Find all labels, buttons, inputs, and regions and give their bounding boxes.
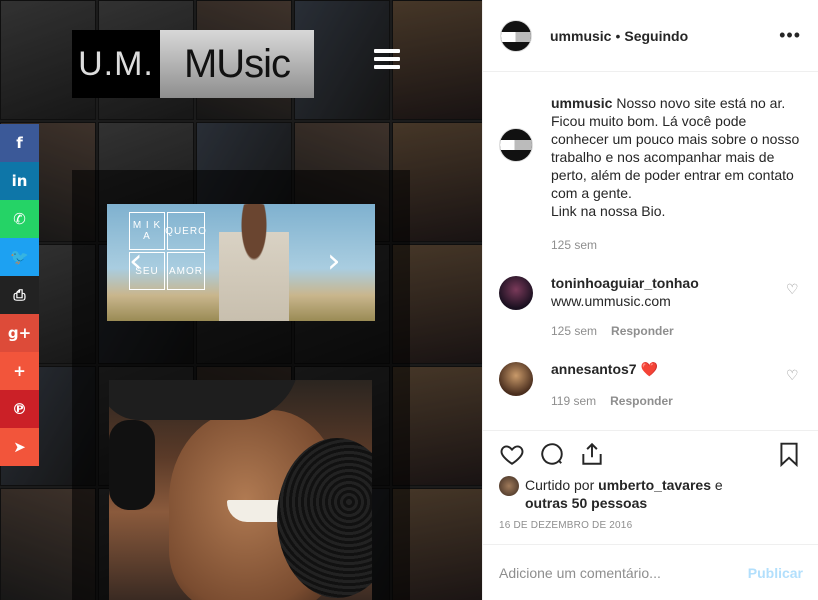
post-date[interactable]: 16 DE DEZEMBRO DE 2016 [483, 512, 818, 538]
share-linkedin-icon[interactable]: in [0, 162, 39, 200]
share-facebook-icon[interactable]: f [0, 124, 39, 162]
likes-user[interactable]: umberto_tavares [598, 477, 711, 493]
share-icon[interactable] [579, 441, 605, 467]
more-options-icon[interactable]: ••• [779, 25, 801, 46]
share-telegram-icon[interactable]: ➤ [0, 428, 39, 466]
list-item: toninhoaguiar_tonhao www.ummusic.com 125… [499, 274, 802, 340]
header-username[interactable]: ummusic [550, 28, 611, 44]
avatar[interactable] [500, 19, 532, 52]
post-button[interactable]: Publicar [748, 565, 803, 581]
reply-button[interactable]: Responder [610, 392, 673, 410]
header-separator: • [615, 27, 621, 44]
share-googleplus-icon[interactable]: g+ [0, 314, 39, 352]
avatar[interactable] [499, 476, 519, 496]
comment-input[interactable]: Adicione um comentário... [499, 565, 748, 581]
caption-time[interactable]: 125 sem [551, 236, 597, 254]
heart-icon[interactable]: ♡ [786, 282, 802, 340]
logo-right-text: MUsic [160, 30, 314, 98]
comment-text: ❤️ [640, 361, 658, 377]
comment-username[interactable]: toninhoaguiar_tonhao [551, 274, 786, 292]
comment-time[interactable]: 119 sem [551, 392, 596, 410]
share-print-icon[interactable]: ⎙ [0, 276, 39, 314]
like-heart-icon[interactable] [499, 441, 525, 467]
mika-banner[interactable]: M I K A QUERO SEU AMOR ‹ › [107, 204, 375, 321]
share-twitter-icon[interactable]: 🐦 [0, 238, 39, 276]
list-item: annesantos7 ❤️ 119 sem Responder ♡ [499, 360, 802, 410]
avatar[interactable] [499, 362, 533, 396]
artist-photo [109, 380, 372, 600]
share-bar: f in ✆ 🐦 ⎙ g+ + ℗ ➤ [0, 124, 39, 466]
logo-left-text: U.M. [72, 30, 160, 98]
share-pinterest-icon[interactable]: ℗ [0, 390, 39, 428]
comments-list[interactable]: ummusic Nosso novo site está no ar. Fico… [483, 72, 818, 431]
comment-bubble-icon[interactable] [539, 441, 565, 467]
banner-cell: QUERO [165, 212, 206, 250]
um-music-logo: U.M. MUsic [72, 30, 314, 98]
heart-icon[interactable]: ♡ [786, 368, 802, 410]
avatar[interactable] [499, 128, 533, 162]
post-actions [483, 431, 818, 476]
comment-text[interactable]: www.ummusic.com [551, 292, 786, 310]
likes-summary: Curtido por umberto_tavares e outras 50 … [483, 476, 818, 512]
post-sidebar: ummusic • Seguindo ••• ummusic Nosso nov… [482, 0, 818, 600]
avatar[interactable] [499, 276, 533, 310]
bookmark-icon[interactable] [776, 441, 802, 467]
likes-prefix: Curtido por [525, 477, 595, 493]
banner-artist-image [219, 204, 289, 321]
follow-button[interactable]: Seguindo [624, 28, 688, 44]
post-header: ummusic • Seguindo ••• [483, 0, 818, 72]
chevron-right-icon[interactable]: › [327, 244, 341, 278]
share-more-icon[interactable]: + [0, 352, 39, 390]
comment-username[interactable]: annesantos7 [551, 361, 637, 377]
likes-others[interactable]: outras 50 pessoas [525, 495, 647, 511]
reply-button[interactable]: Responder [611, 322, 674, 340]
caption-text-link: Link na nossa Bio. [551, 203, 666, 219]
hamburger-menu-icon[interactable] [374, 49, 400, 69]
share-whatsapp-icon[interactable]: ✆ [0, 200, 39, 238]
chevron-left-icon[interactable]: ‹ [129, 244, 143, 278]
add-comment-bar: Adicione um comentário... Publicar [483, 544, 818, 600]
banner-cell: AMOR [167, 252, 205, 290]
caption: ummusic Nosso novo site está no ar. Fico… [499, 94, 802, 254]
post-media: U.M. MUsic M I K A QUERO SEU AMOR ‹ › fi… [0, 0, 482, 600]
likes-conj: e [714, 477, 723, 493]
comment-time[interactable]: 125 sem [551, 322, 597, 340]
caption-username[interactable]: ummusic [551, 95, 612, 111]
